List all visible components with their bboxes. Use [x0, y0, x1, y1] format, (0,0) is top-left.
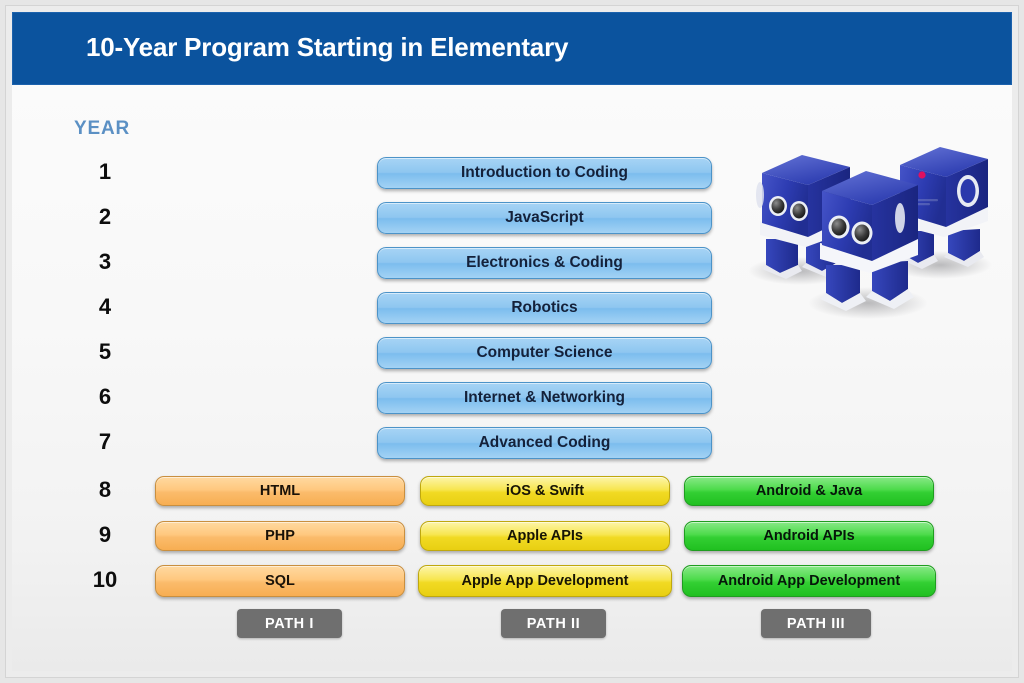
year-number-9: 9: [98, 522, 112, 547]
course-bar-introduction-to-coding[interactable]: Introduction to Coding: [377, 157, 712, 189]
year-number-2: 2: [98, 204, 112, 229]
page-title: 10-Year Program Starting in Elementary: [86, 32, 569, 62]
path-tag-3[interactable]: PATH III: [761, 609, 871, 638]
slide-root: 10-Year Program Starting in Elementary Y…: [0, 0, 1024, 683]
course-bar-apple-app-development[interactable]: Apple App Development: [418, 565, 672, 597]
course-bar-robotics[interactable]: Robotics: [377, 292, 712, 324]
course-bar-ios-and-swift[interactable]: iOS & Swift: [420, 476, 670, 506]
header-bar: 10-Year Program Starting in Elementary: [12, 12, 1012, 85]
course-bar-computer-science[interactable]: Computer Science: [377, 337, 712, 369]
course-bar-html[interactable]: HTML: [155, 476, 405, 506]
content-canvas: YEAR 1 2 3 4 5 6 7 8 9 10 Introduction t…: [12, 85, 1012, 671]
course-bar-javascript[interactable]: JavaScript: [377, 202, 712, 234]
year-number-1: 1: [98, 159, 112, 184]
course-bar-internet-and-networking[interactable]: Internet & Networking: [377, 382, 712, 414]
year-number-6: 6: [98, 384, 112, 409]
course-bar-php[interactable]: PHP: [155, 521, 405, 551]
course-bar-sql[interactable]: SQL: [155, 565, 405, 597]
year-number-10: 10: [92, 567, 118, 592]
year-number-7: 7: [98, 429, 112, 454]
course-bar-android-and-java[interactable]: Android & Java: [684, 476, 934, 506]
year-number-3: 3: [98, 249, 112, 274]
path-tag-1[interactable]: PATH I: [237, 609, 342, 638]
robots-illustration: [740, 143, 1010, 328]
year-number-4: 4: [98, 294, 112, 319]
course-bar-apple-apis[interactable]: Apple APIs: [420, 521, 670, 551]
course-bar-advanced-coding[interactable]: Advanced Coding: [377, 427, 712, 459]
year-column-header: YEAR: [74, 118, 130, 139]
course-bar-android-apis[interactable]: Android APIs: [684, 521, 934, 551]
course-bar-electronics-and-coding[interactable]: Electronics & Coding: [377, 247, 712, 279]
course-bar-android-app-development[interactable]: Android App Development: [682, 565, 936, 597]
path-tag-2[interactable]: PATH II: [501, 609, 606, 638]
year-number-8: 8: [98, 477, 112, 502]
year-number-5: 5: [98, 339, 112, 364]
